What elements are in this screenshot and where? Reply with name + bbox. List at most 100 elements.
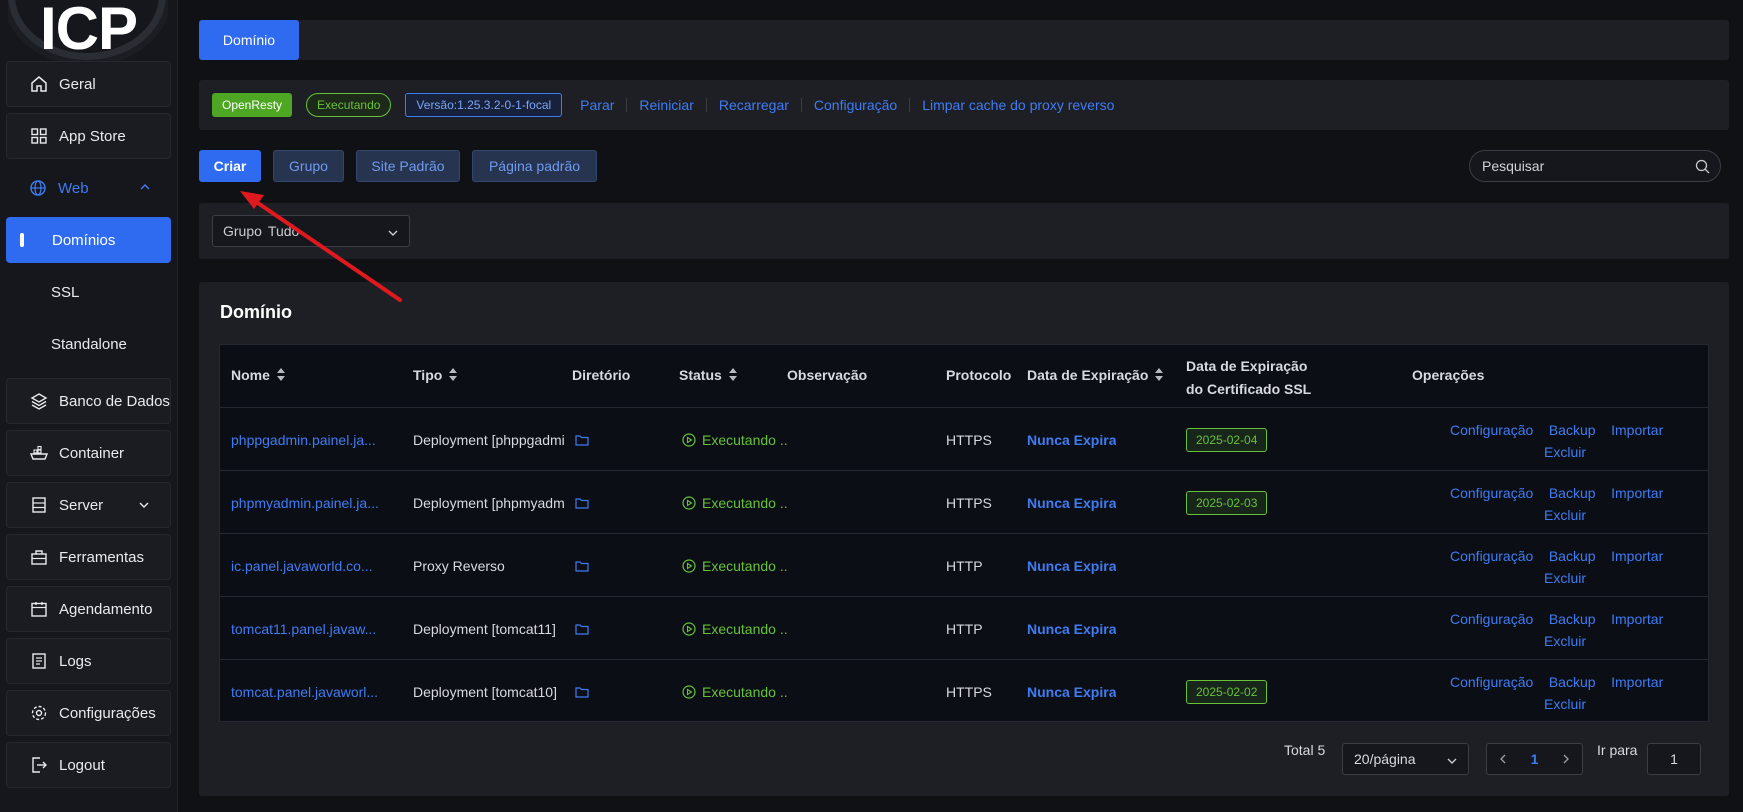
delete-op-link[interactable]: Excluir	[1544, 507, 1586, 523]
server-status-bar: OpenResty Executando Versão:1.25.3.2-0-1…	[199, 80, 1729, 130]
config-op-link[interactable]: Configuração	[1450, 422, 1533, 438]
status-running[interactable]: Executando ..	[682, 408, 788, 471]
clear-proxy-cache-link[interactable]: Limpar cache do proxy reverso	[910, 98, 1126, 112]
row-operations: Configuração Backup Importar Excluir	[1450, 419, 1680, 463]
backup-op-link[interactable]: Backup	[1549, 422, 1596, 438]
expiry-link[interactable]: Nunca Expira	[1027, 597, 1116, 660]
config-op-link[interactable]: Configuração	[1450, 485, 1533, 501]
sort-icon[interactable]	[276, 368, 285, 382]
search-icon[interactable]	[1695, 159, 1710, 177]
domain-name-link[interactable]: phppgadmin.painel.ja...	[231, 408, 381, 471]
sidebar-item-agendamento[interactable]: Agendamento	[6, 586, 171, 632]
prev-page-icon[interactable]	[1498, 751, 1508, 767]
delete-op-link[interactable]: Excluir	[1544, 633, 1586, 649]
sidebar-item-logs[interactable]: Logs	[6, 638, 171, 684]
create-button[interactable]: Criar	[199, 150, 261, 182]
table-row: phppgadmin.painel.ja... Deployment [phpp…	[220, 408, 1708, 471]
config-op-link[interactable]: Configuração	[1450, 548, 1533, 564]
chevron-down-icon	[387, 226, 399, 242]
search-input[interactable]: Pesquisar	[1469, 150, 1721, 182]
page-size-select[interactable]: 20/página	[1342, 743, 1469, 775]
delete-op-link[interactable]: Excluir	[1544, 570, 1586, 586]
sidebar-item-app-store[interactable]: App Store	[6, 113, 171, 159]
domain-panel: Domínio Nome Tipo Diretório Status Obser…	[199, 282, 1729, 796]
next-page-icon[interactable]	[1561, 751, 1571, 767]
delete-op-link[interactable]: Excluir	[1544, 444, 1586, 460]
sidebar-item-geral[interactable]: Geral	[6, 61, 171, 107]
import-op-link[interactable]: Importar	[1611, 485, 1663, 501]
column-header-name[interactable]: Nome	[231, 367, 285, 383]
column-header-type[interactable]: Tipo	[413, 367, 458, 383]
sort-icon[interactable]	[449, 368, 458, 382]
expiry-link[interactable]: Nunca Expira	[1027, 408, 1116, 471]
sidebar-item-ferramentas[interactable]: Ferramentas	[6, 534, 171, 580]
protocol: HTTPS	[946, 494, 992, 511]
chevron-up-icon	[139, 180, 151, 197]
backup-op-link[interactable]: Backup	[1549, 674, 1596, 690]
domain-name-link[interactable]: ic.panel.javaworld.co...	[231, 534, 381, 597]
sidebar-item-web[interactable]: Web	[6, 165, 171, 211]
stop-link[interactable]: Parar	[568, 98, 628, 112]
folder-icon[interactable]	[575, 471, 589, 534]
status-running[interactable]: Executando ..	[682, 471, 788, 534]
config-op-link[interactable]: Configuração	[1450, 611, 1533, 627]
folder-icon[interactable]	[575, 408, 589, 471]
sidebar-item-container[interactable]: Container	[6, 430, 171, 476]
backup-op-link[interactable]: Backup	[1549, 611, 1596, 627]
status-running[interactable]: Executando ..	[682, 597, 788, 660]
column-header-expiry[interactable]: Data de Expiração	[1027, 367, 1164, 383]
grid-icon	[29, 126, 49, 146]
import-op-link[interactable]: Importar	[1611, 611, 1663, 627]
folder-icon[interactable]	[575, 660, 589, 723]
folder-icon[interactable]	[575, 597, 589, 660]
expiry-link[interactable]: Nunca Expira	[1027, 660, 1116, 723]
import-op-link[interactable]: Importar	[1611, 422, 1663, 438]
sidebar-item-label: Configurações	[59, 704, 156, 722]
sort-icon[interactable]	[728, 368, 737, 382]
config-link[interactable]: Configuração	[802, 98, 911, 112]
active-indicator	[20, 233, 24, 247]
column-header-ssl-expiry: Data de Expiração do Certificado SSL	[1186, 358, 1312, 397]
backup-op-link[interactable]: Backup	[1549, 485, 1596, 501]
sidebar-item-dominios[interactable]: Domínios	[6, 217, 171, 263]
default-site-button[interactable]: Site Padrão	[356, 150, 460, 182]
sort-icon[interactable]	[1155, 368, 1164, 382]
group-button[interactable]: Grupo	[273, 150, 344, 182]
status-running[interactable]: Executando ..	[682, 534, 788, 597]
import-op-link[interactable]: Importar	[1611, 548, 1663, 564]
default-page-button[interactable]: Página padrão	[472, 150, 597, 182]
reload-link[interactable]: Recarregar	[707, 98, 802, 112]
sidebar-item-banco-de-dados[interactable]: Banco de Dados	[6, 378, 171, 424]
domain-name-link[interactable]: phpmyadmin.painel.ja...	[231, 471, 381, 534]
chevron-down-icon	[138, 498, 150, 515]
sidebar-item-standalone[interactable]: Standalone	[6, 321, 171, 367]
folder-icon[interactable]	[575, 534, 589, 597]
delete-op-link[interactable]: Excluir	[1544, 696, 1586, 712]
panel-title: Domínio	[220, 302, 292, 322]
column-header-status[interactable]: Status	[679, 367, 737, 383]
tab-dominio[interactable]: Domínio	[199, 20, 299, 60]
sidebar-item-logout[interactable]: Logout	[6, 742, 171, 788]
sidebar-item-ssl[interactable]: SSL	[6, 269, 171, 315]
pagination-total: Total 5	[1284, 742, 1326, 758]
row-operations: Configuração Backup Importar Excluir	[1450, 545, 1680, 589]
sidebar-item-server[interactable]: Server	[6, 482, 171, 528]
group-select[interactable]: Grupo Tudo	[212, 215, 410, 247]
sidebar-item-configuracoes[interactable]: Configurações	[6, 690, 171, 736]
config-op-link[interactable]: Configuração	[1450, 674, 1533, 690]
sidebar-item-label: Container	[59, 444, 125, 462]
goto-page-input[interactable]: 1	[1647, 743, 1701, 775]
expiry-link[interactable]: Nunca Expira	[1027, 534, 1116, 597]
container-icon	[29, 443, 49, 463]
version-badge: Versão:1.25.3.2-0-1-focal	[405, 93, 563, 117]
page-size-value: 20/página	[1354, 751, 1416, 767]
import-op-link[interactable]: Importar	[1611, 674, 1663, 690]
domain-name-link[interactable]: tomcat.panel.javaworl...	[231, 660, 381, 723]
domain-name-link[interactable]: tomcat11.panel.javaw...	[231, 597, 381, 660]
expiry-link[interactable]: Nunca Expira	[1027, 471, 1116, 534]
backup-op-link[interactable]: Backup	[1549, 548, 1596, 564]
status-running[interactable]: Executando ..	[682, 660, 788, 723]
row-operations: Configuração Backup Importar Excluir	[1450, 608, 1680, 652]
restart-link[interactable]: Reiniciar	[627, 98, 707, 112]
current-page[interactable]: 1	[1531, 751, 1539, 767]
